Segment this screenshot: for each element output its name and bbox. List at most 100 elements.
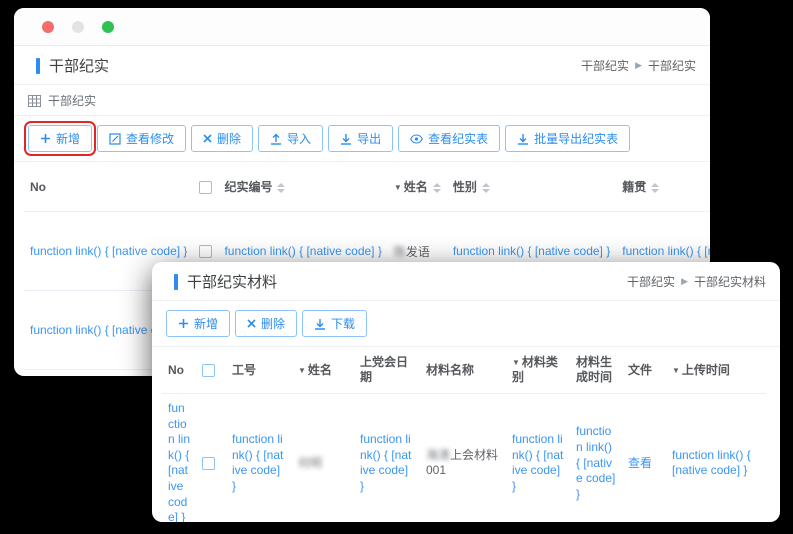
sort-icon[interactable] [433,183,441,193]
view-record-table-button[interactable]: 查看纪实表 [398,125,500,152]
plus-icon [40,133,51,144]
column-header-label: 姓名 [308,363,332,377]
column-header: 工号 [226,347,292,394]
batch-export-record-table-button[interactable]: 批量导出纪实表 [505,125,630,152]
breadcrumb-item[interactable]: 干部纪实 [581,57,629,74]
export-button[interactable]: 导出 [328,125,393,152]
breadcrumb-item[interactable]: 干部纪实材料 [694,273,766,290]
column-header[interactable]: 纪实编号 [218,162,387,212]
download-icon [314,318,326,330]
column-header: 文件 [622,347,666,394]
table-cell: function link() { [native code] } [570,394,622,523]
column-header-label: No [30,180,46,194]
column-header-label: 材料生成时间 [576,355,612,384]
minimize-button[interactable] [72,21,84,33]
view-link[interactable]: function link() { [native code] } [512,432,563,493]
view-edit-button[interactable]: 查看修改 [97,125,186,152]
view-link[interactable]: function link() { [native code] } [224,244,381,258]
download-button[interactable]: 下载 [302,310,367,337]
section-header: 干部纪实 [14,85,710,116]
view-link[interactable]: function link() { [native code] } [672,448,751,478]
add-button[interactable]: 新增 [166,310,230,337]
view-link[interactable]: function link() { [native code] } [168,401,190,522]
table-cell: 何明 [292,394,354,523]
maximize-button[interactable] [102,21,114,33]
row-checkbox[interactable] [202,457,215,470]
edit-icon [109,133,121,145]
breadcrumb: 干部纪实 ▶ 干部纪实材料 [627,273,766,290]
column-header-label: 材料名称 [426,363,474,377]
button-label: 查看纪实表 [428,130,488,147]
filter-icon[interactable]: ▼ [672,366,680,375]
delete-button[interactable]: 删除 [235,310,297,337]
table-header-row: No纪实编号▼姓名性别籍贯出生年月入党时间参加工作时间全日制教育在职教育 [24,162,710,212]
view-link[interactable]: function link() { [native code] } [30,244,187,258]
section-label: 干部纪实 [48,92,96,109]
row-checkbox[interactable] [199,245,212,258]
table-row: function link() { [native code] } functio… [162,394,766,523]
column-header-label: 上党会日期 [360,355,408,384]
checkbox-cell [196,394,226,523]
column-header-label: No [168,363,184,377]
view-link[interactable]: function link() { [native code] } [576,424,615,500]
select-all-checkbox[interactable] [199,181,212,194]
sort-icon[interactable] [651,183,659,193]
column-header: 上党会日期 [354,347,420,394]
delete-button[interactable]: 删除 [191,125,253,152]
column-header-label: 姓名 [404,180,428,194]
view-link[interactable]: function link() { [native code] } [453,244,610,258]
cadre-record-material-window: 干部纪实材料 干部纪实▶干部纪实材料 新增删除下载 No工号▼姓名上党会日期材料… [152,262,780,522]
import-button[interactable]: 导入 [258,125,323,152]
column-header-label: 工号 [232,363,256,377]
column-header: ▼姓名 [292,347,354,394]
view-link[interactable]: function link() { [native code] } [360,432,411,493]
column-header: 材料生成时间 [570,347,622,394]
view-link[interactable]: function link() { [native code] } [232,432,283,493]
sort-icon[interactable] [277,183,285,193]
column-header-label: 上传时间 [682,363,730,377]
eye-icon [410,134,423,144]
close-button[interactable] [42,21,54,33]
button-label: 批量导出纪实表 [534,130,618,147]
table-cell: function link() { [native code] } [666,394,766,523]
toolbar: 新增 删除下载 [152,301,780,347]
breadcrumb-item[interactable]: 干部纪实 [648,57,696,74]
button-label: 删除 [217,130,241,147]
column-header[interactable]: 性别 [447,162,616,212]
column-header-label: 纪实编号 [224,180,272,194]
title-accent-bar [174,274,178,290]
filter-icon[interactable]: ▼ [394,183,402,192]
column-header: 材料名称 [420,347,506,394]
column-header-label: 文件 [628,363,652,377]
select-all-cell [196,347,226,394]
table-cell: function link() { [native code] } [226,394,292,523]
filter-icon[interactable]: ▼ [298,366,306,375]
button-label: 导出 [357,130,381,147]
material-table: No工号▼姓名上党会日期材料名称▼材料类别材料生成时间文件▼上传时间functi… [162,347,766,522]
column-header: ▼上传时间 [666,347,766,394]
plus-icon [178,318,189,329]
column-header[interactable]: ▼姓名 [388,162,447,212]
add-button[interactable]: 新增 [28,125,92,152]
table-grid-icon [28,95,41,107]
button-label: 导入 [287,130,311,147]
column-header: No [162,347,196,394]
table-cell: 海清上会材料001 [420,394,506,523]
filter-icon[interactable]: ▼ [512,358,520,367]
breadcrumb-separator-icon: ▶ [681,276,688,287]
upload-icon [270,133,282,145]
sort-icon[interactable] [482,183,490,193]
button-label: 新增 [56,130,80,147]
button-label: 新增 [194,315,218,332]
column-header: No [24,162,193,212]
column-header[interactable]: 籍贯 [616,162,710,212]
table-cell: function link() { [native code] } [506,394,570,523]
window-titlebar [14,8,710,46]
view-link[interactable]: 查看 [628,456,652,470]
select-all-checkbox[interactable] [202,364,215,377]
toolbar: 新增查看修改 删除 导入 导出 查看纪实表 批量导出纪实表 [14,116,710,162]
view-link[interactable]: function link() { [native code] } [622,244,710,258]
redacted-text: 海清 [426,448,450,462]
button-label: 删除 [261,315,285,332]
breadcrumb-item[interactable]: 干部纪实 [627,273,675,290]
